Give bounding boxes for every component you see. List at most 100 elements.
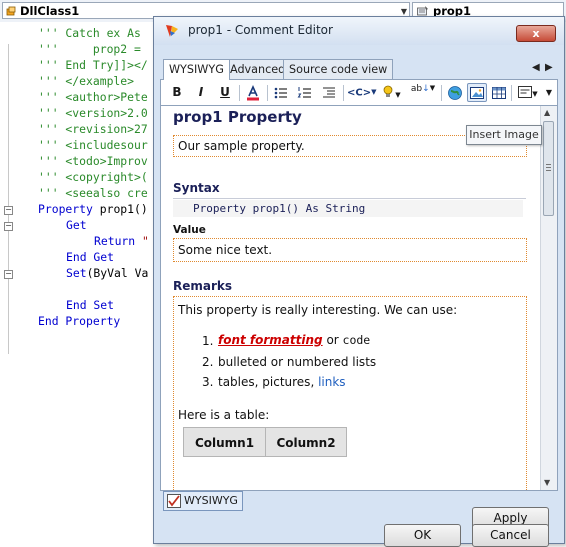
scroll-up-icon[interactable]: ▲ — [544, 108, 550, 117]
indent-icon — [323, 87, 335, 98]
table-intro: Here is a table: — [178, 408, 270, 422]
scroll-down-icon[interactable]: ▼ — [544, 478, 550, 487]
editor-tabs: WYSIWYG Advanced Source code view ◀ ▶ — [160, 59, 558, 80]
tab-scroll-right-icon[interactable]: ▶ — [545, 62, 553, 73]
list-item-3: tables, pictures, links — [218, 375, 346, 389]
window-client-area: WYSIWYG Advanced Source code view ◀ ▶ B … — [160, 47, 558, 547]
numbered-list-icon — [297, 87, 311, 98]
highlight-bulb-icon — [383, 85, 393, 97]
value-field[interactable]: Some nice text. — [173, 238, 527, 262]
code-line-get: Get — [66, 218, 87, 232]
bulleted-list-button[interactable] — [271, 83, 291, 102]
toolbar-separator — [441, 85, 442, 101]
insert-image-tooltip: Insert Image — [466, 125, 542, 145]
keyword: Property — [38, 202, 93, 216]
code-comment-line: ''' End Try]]></ — [38, 58, 148, 72]
font-color-icon — [247, 85, 259, 101]
code-line-set: Set(ByVal Va — [66, 265, 148, 281]
scroll-thumb[interactable] — [543, 121, 554, 216]
tab-wysiwyg[interactable]: WYSIWYG — [163, 59, 230, 80]
toolbar-separator — [239, 85, 240, 101]
font-formatting-text: font formatting — [218, 333, 323, 347]
comment-editor-window: prop1 - Comment Editor x WYSIWYG Advance… — [153, 16, 565, 547]
code-comment-line: ''' <todo>Improv — [38, 154, 148, 168]
underline-button[interactable]: U — [215, 83, 235, 102]
code-comment-line: ''' <includesour — [38, 138, 148, 152]
code-text: (ByVal Va — [86, 266, 149, 280]
collapse-icon[interactable]: − — [4, 222, 13, 231]
code-line-end-property: End Property — [38, 314, 121, 328]
list-item-3-text: tables, pictures, — [218, 375, 319, 389]
remarks-field[interactable]: This property is really interesting. We … — [173, 296, 527, 490]
value-label: Value — [173, 224, 206, 236]
list-number: 1. — [202, 334, 214, 348]
syntax-divider — [173, 198, 526, 199]
toolbar-separator — [267, 85, 268, 101]
wysiwyg-toggle-button[interactable]: WYSIWYG — [163, 491, 243, 511]
class-icon — [6, 6, 16, 16]
links-link[interactable]: links — [318, 375, 345, 389]
class-combo-text: DllClass1 — [20, 4, 80, 18]
code-comment-line: ''' prop2 = — [38, 42, 141, 56]
spell-check-button[interactable]: ab↓▼ — [407, 83, 439, 102]
toolbar-overflow-icon[interactable]: ▼ — [543, 83, 555, 102]
code-line-return: Return " — [94, 233, 149, 249]
insert-image-button[interactable] — [467, 83, 487, 102]
code-comment-line: ''' Catch ex As — [38, 26, 141, 40]
code-line-property: Property prop1() — [38, 201, 148, 217]
indent-button[interactable] — [319, 83, 339, 102]
wysiwyg-document[interactable]: prop1 Property Our sample property. Synt… — [160, 106, 558, 491]
code-format-label: <C> — [347, 87, 372, 99]
globe-link-icon — [448, 86, 462, 100]
tab-scroll-left-icon[interactable]: ◀ — [532, 62, 540, 73]
list-item-1: font formatting or code — [218, 333, 370, 347]
tab-advanced[interactable]: Advanced — [224, 59, 292, 79]
window-titlebar[interactable]: prop1 - Comment Editor x — [154, 17, 564, 45]
collapse-icon[interactable]: − — [4, 270, 13, 279]
code-format-button[interactable]: <C>▼ — [347, 83, 377, 102]
collapse-icon[interactable]: − — [4, 206, 13, 215]
keyword: Return — [94, 234, 136, 248]
image-icon — [470, 87, 484, 99]
insert-link-button[interactable] — [445, 83, 465, 102]
document-scrollbar[interactable]: ▲ ▼ — [540, 106, 557, 490]
close-button[interactable]: x — [516, 25, 556, 42]
section-icon — [518, 86, 533, 98]
remarks-heading: Remarks — [173, 279, 233, 293]
bold-button[interactable]: B — [167, 83, 187, 102]
comment-editor-app-icon — [166, 25, 178, 37]
bulleted-list-icon — [274, 87, 287, 99]
outline-guide — [8, 44, 9, 354]
summary-text: Our sample property. — [178, 139, 305, 153]
code-comment-line: ''' <seealso cre — [38, 186, 148, 200]
code-comment-line: ''' <author>Pete — [38, 90, 148, 104]
tab-source-code-view[interactable]: Source code view — [283, 59, 394, 79]
numbered-list-button[interactable] — [295, 83, 315, 102]
insert-table-button[interactable] — [489, 83, 509, 102]
list-number: 3. — [202, 375, 214, 389]
spell-check-label: ab — [410, 84, 423, 94]
highlight-button[interactable]: ▼ — [377, 83, 405, 102]
font-color-button[interactable] — [243, 83, 263, 102]
toolbar-separator — [511, 85, 512, 101]
italic-button[interactable]: I — [191, 83, 211, 102]
table-header-column1[interactable]: Column1 — [183, 427, 266, 457]
wysiwyg-toggle-label: WYSIWYG — [184, 494, 238, 507]
cancel-button[interactable]: Cancel — [472, 524, 549, 547]
code-comment-line: ''' <revision>27 — [38, 122, 148, 136]
code-comment-line: ''' <version>2.0 — [38, 106, 148, 120]
syntax-heading: Syntax — [173, 181, 220, 195]
table-header-column2[interactable]: Column2 — [265, 427, 347, 457]
keyword: Set — [66, 266, 87, 280]
syntax-code-text: Property prop1() As String — [193, 202, 366, 215]
code-comment-line: ''' <copyright>( — [38, 170, 148, 184]
code-line-end-get: End Get — [66, 250, 115, 264]
table-icon — [492, 87, 506, 99]
insert-section-button[interactable]: ▼ — [515, 83, 541, 102]
window-title: prop1 - Comment Editor — [188, 23, 333, 37]
code-sample-text: code — [342, 333, 371, 347]
ok-button[interactable]: OK — [384, 524, 461, 547]
wysiwyg-check-icon — [167, 494, 181, 508]
list-item-1-or: or — [322, 333, 343, 347]
remarks-intro: This property is really interesting. We … — [178, 303, 458, 317]
